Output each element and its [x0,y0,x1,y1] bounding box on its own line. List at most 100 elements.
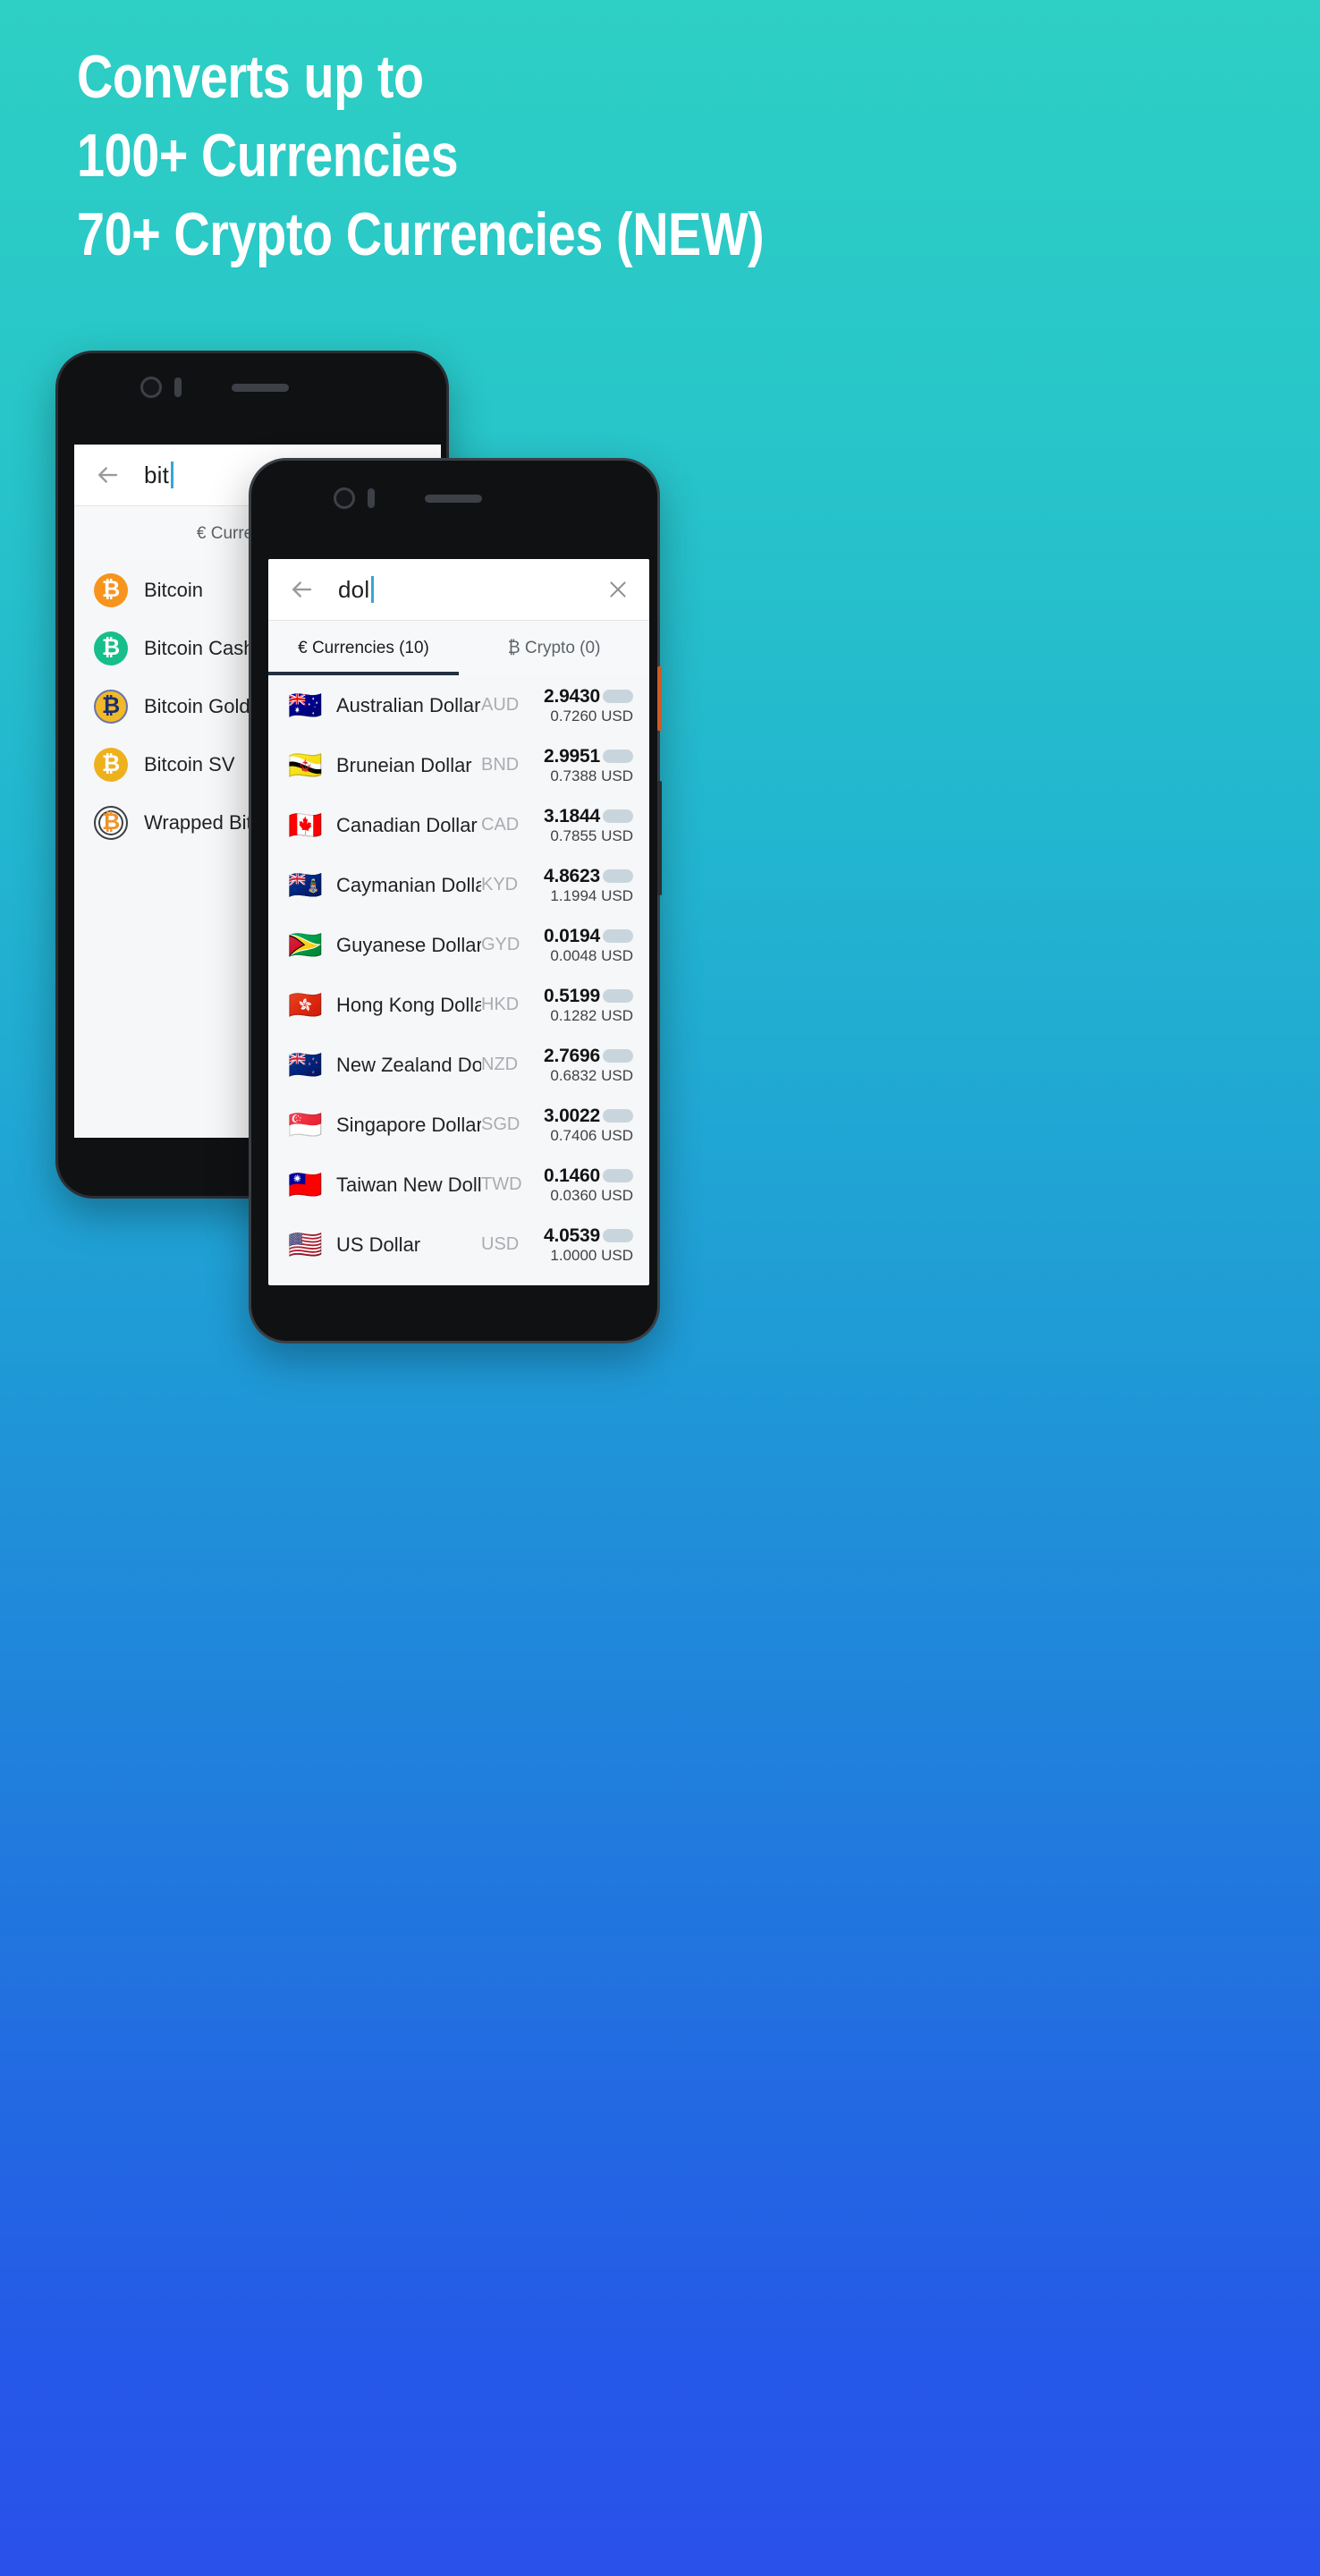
rate-value: 3.0022 [543,1105,600,1126]
country-flag-icon: 🇺🇸 [288,1229,323,1260]
phone-back-notch [58,377,446,398]
table-row[interactable]: 🇨🇦 Canadian Dollar CAD 3.1844 0.7855 USD [268,795,649,855]
currency-name: Caymanian Dollar [336,873,481,896]
rate-usd-value: 0.7260 USD [550,707,633,724]
close-icon[interactable] [606,578,630,601]
rate-primary-row: 3.1844 [533,806,633,827]
currency-name: Taiwan New Dollar [336,1173,481,1196]
currency-rate-group: 2.9430 0.7260 USD [533,686,633,725]
back-search-value: bit [144,461,170,488]
rate-usd-value: 0.7406 USD [550,1126,633,1144]
currency-name: Australian Dollar [336,693,481,716]
rate-value: 0.5199 [543,985,600,1006]
rate-primary-row: 2.9951 [533,746,633,767]
currency-name: Bruneian Dollar [336,753,472,776]
rate-bar-indicator [603,690,633,703]
table-row[interactable]: 🇳🇿 New Zealand DollarNZD 2.76960.6832 USD [268,1035,649,1095]
currency-rate-group: 4.0539 1.0000 USD [533,1225,633,1265]
table-row[interactable]: 🇧🇳 Bruneian Dollar BND 2.9951 0.7388 USD [268,735,649,795]
country-flag-icon: 🇬🇾 [288,929,323,961]
country-flag-icon: 🇦🇺 [288,690,323,721]
currency-rate-group: 3.1844 0.7855 USD [533,806,633,845]
wrapped-bitcoin-icon: ₿ [94,805,128,840]
rate-bar-indicator [603,989,633,1003]
rate-value: 2.7696 [543,1045,600,1066]
currency-name: US Dollar [336,1233,421,1256]
front-search-input[interactable]: dol [338,576,606,604]
text-cursor [371,576,375,603]
currency-rate-group: 0.0194 0.0048 USD [533,926,633,965]
phone-front-notch [251,487,657,509]
side-button-volume[interactable] [657,666,662,731]
currency-code: SGD [481,1114,520,1134]
list-item-label: Bitcoin [144,578,204,601]
rate-value: 3.1844 [543,805,600,826]
rate-usd-value: 0.0048 USD [550,946,633,964]
front-tab-bar: € Currencies (10) ₿ Crypto (0) [268,620,649,675]
rate-usd-value: 0.7855 USD [550,826,633,844]
table-row[interactable]: 🇺🇸 US Dollar USD 4.0539 1.0000 USD [268,1215,649,1275]
table-row[interactable]: 🇭🇰 Hong Kong Dollar HKD 0.5199 0.1282 USD [268,975,649,1035]
rate-usd-value: 1.0000 USD [550,1246,633,1264]
rate-bar-indicator [603,1109,633,1123]
text-cursor [171,462,174,488]
camera-icon [140,377,162,398]
tab-currencies-label: € Currencies (10) [298,638,429,657]
list-item-label: Bitcoin SV [144,752,235,775]
currency-code: TWD [481,1174,522,1194]
rate-primary-row: 2.7696 [533,1046,633,1067]
rate-bar-indicator [603,809,633,823]
camera-icon [334,487,355,509]
rate-bar-indicator [603,1169,633,1182]
table-row[interactable]: 🇰🇾 Caymanian Dollar KYD 4.8623 1.1994 USD [268,855,649,915]
rate-bar-indicator [603,750,633,763]
currency-rate-group: 2.7696 0.6832 USD [533,1046,633,1085]
headline-line-3: 70+ Crypto Currencies (NEW) [77,200,765,268]
rate-primary-row: 2.9430 [533,686,633,708]
currency-code: AUD [481,695,520,715]
rate-value: 2.9951 [543,745,600,767]
back-arrow-icon[interactable] [288,576,315,603]
currency-code: KYD [481,875,519,894]
rate-value: 0.0194 [543,925,600,946]
rate-value: 2.9430 [543,685,600,707]
table-row[interactable]: 🇦🇺 Australian Dollar AUD 2.9430 0.7260 USD [268,675,649,735]
country-flag-icon: 🇭🇰 [288,989,323,1021]
currency-rate-group: 0.5199 0.1282 USD [533,986,633,1025]
rate-primary-row: 0.5199 [533,986,633,1007]
rate-primary-row: 0.1460 [533,1165,633,1187]
table-row[interactable]: 🇬🇾 Guyanese Dollar GYD 0.0194 0.0048 USD [268,915,649,975]
phone-device-front: dol € Currencies (10) ₿ Crypto (0) 🇦🇺 Aus… [249,458,662,1343]
side-button-power[interactable] [657,781,662,895]
speaker-grille-icon [425,494,482,503]
rate-bar-indicator [603,1049,633,1063]
currency-rate-group: 4.8623 1.1994 USD [533,866,633,905]
table-row[interactable]: 🇸🇬 Singapore Dollar SGD 3.0022 0.7406 USD [268,1095,649,1155]
table-row[interactable]: 🇹🇼 Taiwan New DollarTWD 0.14600.0360 USD [268,1155,649,1215]
country-flag-icon: 🇸🇬 [288,1109,323,1140]
tab-crypto-label: ₿ Crypto (0) [507,638,601,657]
rate-usd-value: 0.0360 USD [550,1186,633,1204]
currency-code: CAD [481,815,520,835]
sensor-icon [174,377,182,397]
tab-crypto[interactable]: ₿ Crypto (0) [459,621,649,675]
rate-usd-value: 0.7388 USD [550,767,633,784]
rate-value: 4.0539 [543,1224,600,1246]
tab-currencies[interactable]: € Currencies (10) [268,621,459,675]
currency-rate-group: 3.0022 0.7406 USD [533,1106,633,1145]
rate-usd-value: 1.1994 USD [550,886,633,904]
list-item-label: Bitcoin Cash [144,636,255,659]
currency-code: BND [481,755,520,775]
rate-primary-row: 0.0194 [533,926,633,947]
currency-code: NZD [481,1055,519,1074]
back-arrow-icon[interactable] [94,462,121,488]
rate-primary-row: 4.8623 [533,866,633,887]
rate-value: 0.1460 [543,1165,600,1186]
front-search-bar[interactable]: dol [268,559,649,620]
rate-primary-row: 4.0539 [533,1225,633,1247]
currency-name: Guyanese Dollar [336,933,481,956]
front-currency-list: 🇦🇺 Australian Dollar AUD 2.9430 0.7260 USD 🇧🇳… [268,675,649,1275]
phone-front-screen: dol € Currencies (10) ₿ Crypto (0) 🇦🇺 Aus… [268,559,649,1285]
country-flag-icon: 🇨🇦 [288,809,323,841]
list-item-label: Bitcoin Gold [144,694,250,717]
